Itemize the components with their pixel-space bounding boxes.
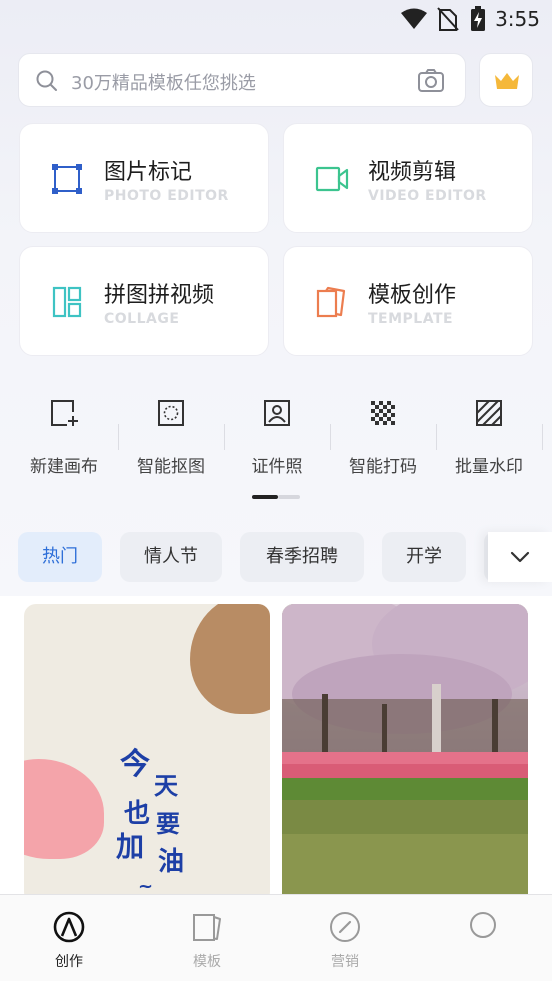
decor-shape <box>190 604 270 714</box>
status-time: 3:55 <box>495 7 540 31</box>
nav-label: 模板 <box>193 954 221 970</box>
tool-watermark[interactable]: 批量水印 <box>436 398 542 478</box>
card-subtitle: COLLAGE <box>104 311 180 327</box>
poster-char: 要 <box>156 810 180 838</box>
card-subtitle: PHOTO EDITOR <box>104 188 229 204</box>
template-pages-icon <box>316 286 346 318</box>
new-canvas-icon <box>51 400 78 426</box>
chevron-down-icon <box>510 551 530 563</box>
nav-template[interactable]: 模板 <box>138 895 276 981</box>
tool-label: 新建画布 <box>30 457 98 477</box>
card-subtitle: TEMPLATE <box>368 311 454 327</box>
camera-scan-icon[interactable] <box>417 68 445 94</box>
watermark-icon <box>476 400 502 426</box>
decor-shape <box>24 759 104 859</box>
video-camera-icon <box>315 166 349 192</box>
photo-editor-card[interactable]: 图片标记 PHOTO EDITOR <box>19 123 269 233</box>
category-expand-button[interactable] <box>488 532 552 582</box>
nav-label: 营销 <box>331 954 359 970</box>
tool-id-photo[interactable]: 证件照 <box>224 398 330 478</box>
tool-smart-cutout[interactable]: 智能抠图 <box>118 398 224 478</box>
nav-profile[interactable] <box>414 895 552 981</box>
category-chip[interactable]: 情人节 <box>120 532 222 582</box>
tool-label: 证件照 <box>251 457 303 477</box>
tool-label: 批量水印 <box>455 457 523 477</box>
nav-marketing[interactable]: 营销 <box>276 895 414 981</box>
page-dot <box>278 495 300 499</box>
poster-char: 天 <box>154 772 178 800</box>
category-chip[interactable]: 春季招聘 <box>240 532 364 582</box>
no-sim-icon <box>437 7 459 31</box>
crown-icon <box>495 73 519 89</box>
id-photo-icon <box>264 400 290 426</box>
template-card[interactable]: 模板创作 TEMPLATE <box>283 246 533 356</box>
poster-char: 也 <box>124 799 150 829</box>
card-title: 图片标记 <box>104 160 193 185</box>
poster-char: 加 <box>116 830 144 863</box>
smart-cutout-icon <box>158 400 184 426</box>
page-dot-active <box>252 495 278 499</box>
search-bar[interactable]: 30万精品模板任您挑选 <box>18 53 466 107</box>
profile-icon <box>470 912 496 938</box>
nav-label: 创作 <box>55 954 83 970</box>
search-placeholder: 30万精品模板任您挑选 <box>71 73 256 94</box>
collage-layout-icon <box>52 286 82 318</box>
bottom-navigation: 创作 模板 营销 <box>0 894 552 981</box>
poster-char: 油 <box>158 847 184 877</box>
tool-new-canvas[interactable]: 新建画布 <box>11 398 117 478</box>
park-photo <box>282 604 528 904</box>
tool-divider <box>542 424 543 450</box>
card-title: 视频剪辑 <box>368 160 457 185</box>
tools-page-indicator <box>252 495 300 499</box>
card-title: 拼图拼视频 <box>104 283 215 308</box>
video-editor-card[interactable]: 视频剪辑 VIDEO EDITOR <box>283 123 533 233</box>
mosaic-icon <box>371 401 395 425</box>
poster-text: 今 天 也 要 加 油 ~ <box>116 747 184 897</box>
status-bar: 3:55 <box>0 0 552 40</box>
template-thumbnail[interactable]: 今 天 也 要 加 油 ~ <box>24 604 270 904</box>
category-chip[interactable]: 热门 <box>18 532 102 582</box>
collage-card[interactable]: 拼图拼视频 COLLAGE <box>19 246 269 356</box>
wifi-icon <box>401 8 427 29</box>
template-thumbnail[interactable] <box>282 604 528 904</box>
battery-charging-icon <box>471 6 485 31</box>
category-chip[interactable]: 开学 <box>382 532 466 582</box>
vip-button[interactable] <box>479 53 533 107</box>
search-icon <box>36 70 57 91</box>
create-icon <box>53 911 85 943</box>
tool-label: 智能抠图 <box>137 457 205 477</box>
crop-frame-icon <box>52 164 82 194</box>
tool-label: 智能打码 <box>349 457 417 477</box>
tool-mosaic[interactable]: 智能打码 <box>330 398 436 478</box>
template-icon <box>193 914 221 941</box>
card-title: 模板创作 <box>368 283 457 308</box>
marketing-icon <box>330 912 360 942</box>
card-subtitle: VIDEO EDITOR <box>368 188 487 204</box>
poster-char: 今 <box>120 747 150 782</box>
nav-create[interactable]: 创作 <box>0 895 138 981</box>
